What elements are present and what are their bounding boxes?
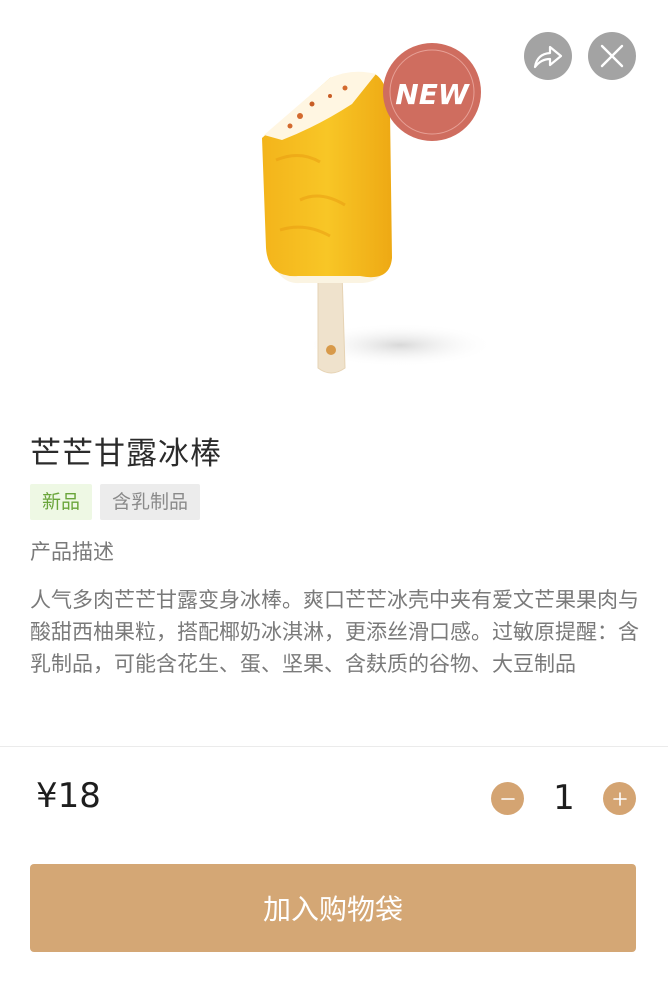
plus-icon: [612, 791, 627, 806]
quantity-value: 1: [553, 778, 575, 818]
stick-logo: [326, 345, 336, 355]
tag-new: 新品: [30, 484, 93, 520]
popsicle-stick: [317, 271, 346, 374]
close-button[interactable]: [588, 32, 636, 80]
product-title: 芒芒甘露冰棒: [30, 436, 222, 472]
tag-dairy: 含乳制品: [100, 484, 201, 520]
increase-quantity-button[interactable]: [603, 782, 636, 815]
minus-icon: [500, 797, 515, 800]
share-button[interactable]: [524, 32, 572, 80]
new-badge: NEW: [383, 43, 481, 141]
product-tags: 新品 含乳制品: [30, 484, 201, 520]
product-description: 人气多肉芒芒甘露变身冰棒。爽口芒芒冰壳中夹有爱文芒果果肉与酸甜西柚果粒，搭配椰奶…: [30, 588, 639, 676]
decrease-quantity-button[interactable]: [491, 782, 524, 815]
new-badge-text: NEW: [395, 78, 470, 111]
description-heading: 产品描述: [30, 540, 114, 564]
share-arrow-icon: [533, 45, 563, 69]
price: ¥18: [36, 776, 101, 816]
add-to-bag-button[interactable]: 加入购物袋: [30, 864, 636, 952]
close-icon: [600, 44, 624, 68]
divider: [0, 746, 668, 747]
